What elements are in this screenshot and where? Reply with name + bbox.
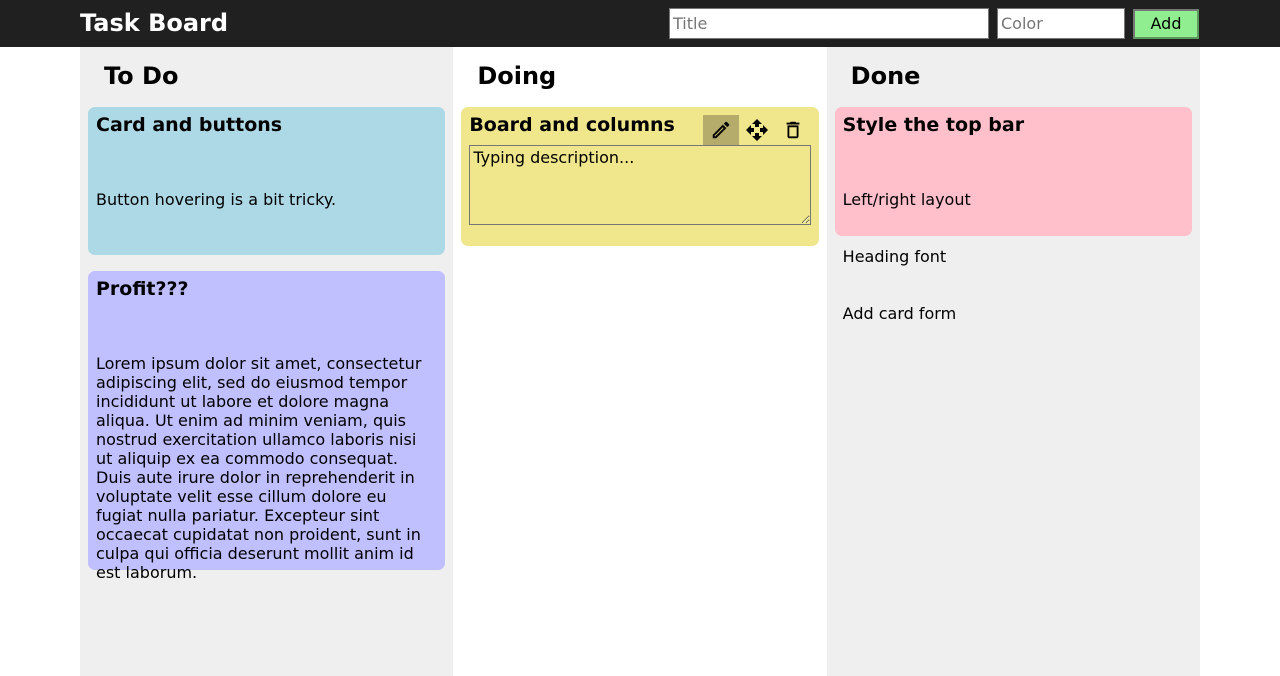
trash-icon — [786, 121, 800, 139]
app-title: Task Board — [80, 9, 229, 37]
card-description: Lorem ipsum dolor sit amet, consectetur … — [96, 316, 437, 620]
card-title: Card and buttons — [96, 114, 283, 136]
description-textarea[interactable] — [469, 145, 812, 225]
card-description-line: Heading font — [842, 247, 947, 266]
top-bar: Task Board Add — [0, 0, 1280, 47]
card-title: Profit??? — [96, 278, 189, 300]
delete-button[interactable] — [775, 115, 811, 145]
column-doing: Doing Board and columns — [453, 47, 827, 676]
card-description: Left/right layout Heading font Add card … — [843, 152, 1184, 361]
move-button[interactable] — [739, 115, 775, 145]
column-done: Done Style the top bar Left/right layout… — [826, 47, 1200, 676]
card-description-line: Left/right layout — [842, 190, 971, 209]
column-todo: To Do Card and buttons Button hovering i… — [80, 47, 454, 676]
column-title: Done — [850, 62, 921, 90]
card-title: Style the top bar — [842, 114, 1025, 136]
card-description-line: Lorem ipsum dolor sit amet, consectetur … — [96, 354, 427, 582]
column-title: Doing — [477, 62, 557, 90]
card-description-line: Button hovering is a bit tricky. — [96, 190, 337, 209]
add-button[interactable]: Add — [1133, 8, 1199, 39]
card-editing[interactable]: Board and columns — [461, 107, 819, 246]
move-icon — [745, 119, 768, 141]
color-input[interactable] — [997, 8, 1125, 39]
card-description-line: Add card form — [842, 304, 957, 323]
card[interactable]: Style the top bar Left/right layout Head… — [834, 107, 1192, 323]
board: To Do Card and buttons Button hovering i… — [80, 47, 1200, 676]
edit-button[interactable] — [702, 115, 739, 145]
card-description-line — [96, 247, 437, 266]
column-title: To Do — [104, 62, 179, 90]
title-input[interactable] — [669, 8, 989, 39]
pencil-icon — [712, 121, 729, 139]
card[interactable]: Card and buttons Button hovering is a bi… — [88, 107, 446, 342]
add-card-form: Add — [669, 8, 1199, 39]
card-actions — [702, 115, 811, 145]
card[interactable]: Profit??? Lorem ipsum dolor sit amet, co… — [88, 271, 446, 582]
